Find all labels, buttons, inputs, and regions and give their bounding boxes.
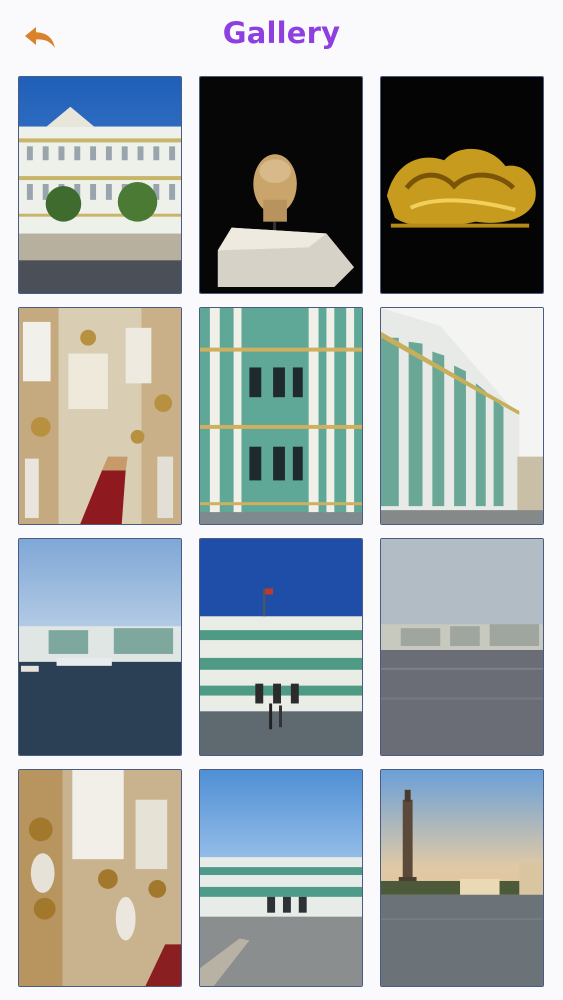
photo-thumbnail[interactable]	[18, 769, 182, 987]
gold-artifact-photo	[381, 77, 543, 293]
photo-thumbnail[interactable]	[18, 538, 182, 756]
palace-square-photo	[200, 539, 362, 755]
app-header: Gallery	[0, 0, 563, 72]
embankment-photo	[381, 539, 543, 755]
page-title: Gallery	[222, 16, 341, 50]
photo-thumbnail[interactable]	[199, 769, 363, 987]
palace-river-photo	[19, 77, 181, 293]
photo-thumbnail[interactable]	[380, 76, 544, 294]
square-wide-photo	[200, 770, 362, 986]
photo-thumbnail[interactable]	[380, 769, 544, 987]
photo-thumbnail[interactable]	[199, 307, 363, 525]
photo-thumbnail[interactable]	[380, 538, 544, 756]
staircase-interior-photo	[19, 308, 181, 524]
river-view-photo	[19, 539, 181, 755]
bust-photo	[200, 77, 362, 293]
photo-thumbnail[interactable]	[199, 538, 363, 756]
photo-thumbnail[interactable]	[18, 307, 182, 525]
photo-thumbnail[interactable]	[18, 76, 182, 294]
photo-thumbnail[interactable]	[199, 76, 363, 294]
gilded-interior-photo	[19, 770, 181, 986]
facade-angle-photo	[381, 308, 543, 524]
column-sunset-photo	[381, 770, 543, 986]
green-facade-photo	[200, 308, 362, 524]
photo-grid	[18, 76, 545, 987]
photo-thumbnail[interactable]	[380, 307, 544, 525]
